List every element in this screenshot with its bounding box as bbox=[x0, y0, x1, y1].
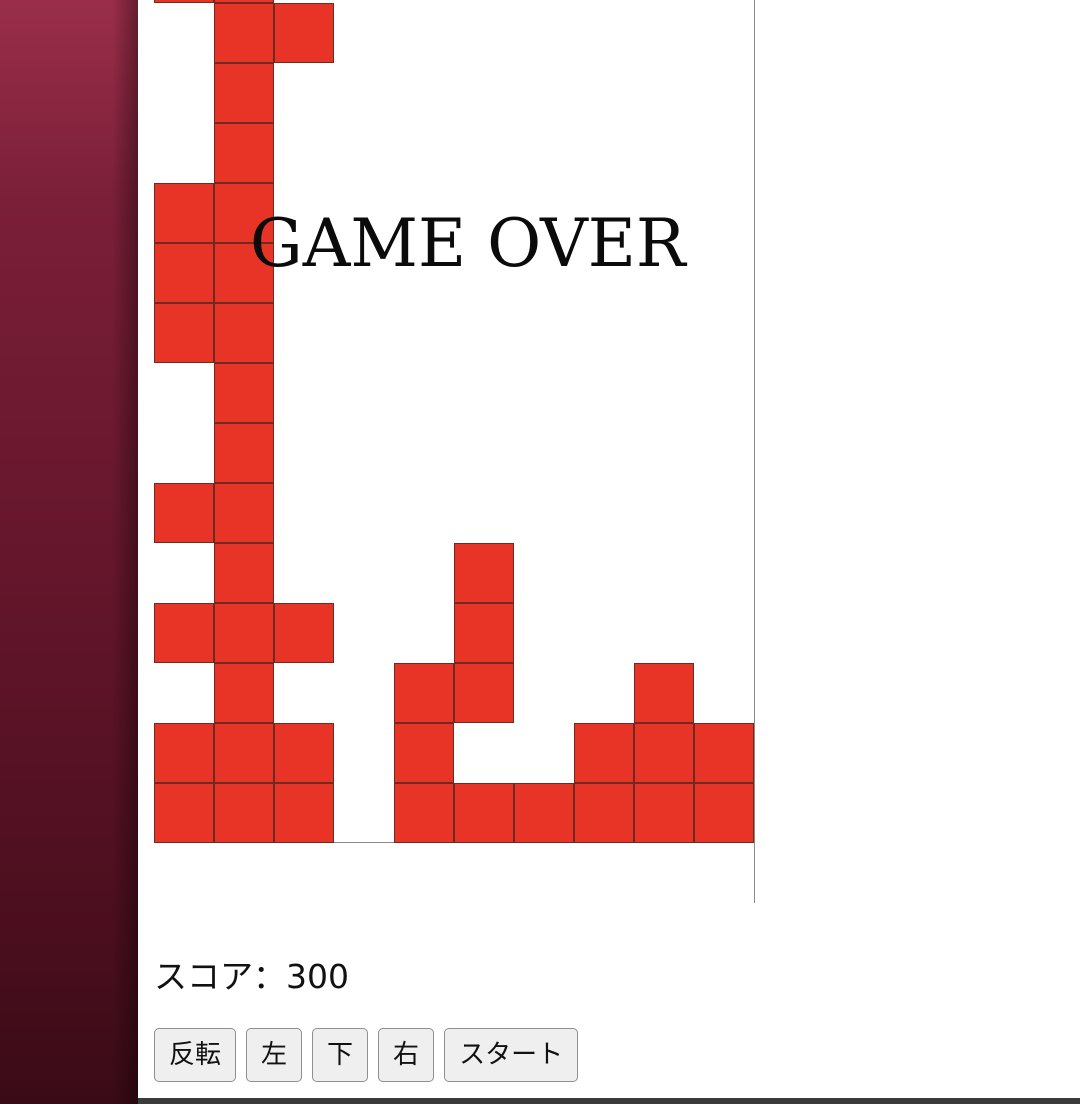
block-cell bbox=[214, 663, 274, 723]
block-cell bbox=[214, 543, 274, 603]
block-cell bbox=[154, 303, 214, 363]
block-cell bbox=[214, 303, 274, 363]
block-cell bbox=[274, 603, 334, 663]
block-cell bbox=[274, 723, 334, 783]
block-cell bbox=[214, 63, 274, 123]
game-over-text: GAME OVER bbox=[250, 205, 686, 282]
block-cell bbox=[154, 603, 214, 663]
block-cell bbox=[454, 783, 514, 843]
block-cell bbox=[274, 783, 334, 843]
start-button[interactable]: スタート bbox=[444, 1028, 579, 1082]
score-value: 300 bbox=[286, 957, 349, 996]
block-cell bbox=[154, 243, 214, 303]
right-button[interactable]: 右 bbox=[378, 1028, 435, 1082]
score-display: スコア：300 bbox=[154, 950, 349, 998]
block-cell bbox=[214, 423, 274, 483]
block-cell bbox=[694, 723, 754, 783]
rotate-button[interactable]: 反転 bbox=[154, 1028, 237, 1082]
browser-window: GAME OVER スコア：300 反転 左 下 右 スタート bbox=[138, 0, 1080, 1098]
down-button[interactable]: 下 bbox=[312, 1028, 369, 1082]
block-cell bbox=[634, 723, 694, 783]
block-cell bbox=[454, 543, 514, 603]
desktop-background bbox=[0, 0, 138, 1104]
control-buttons: 反転 左 下 右 スタート bbox=[154, 1028, 579, 1082]
score-label: スコア： bbox=[154, 957, 286, 996]
block-cell bbox=[214, 3, 274, 63]
block-cell bbox=[214, 603, 274, 663]
block-cell bbox=[454, 603, 514, 663]
block-cell bbox=[514, 783, 574, 843]
empty-well bbox=[334, 842, 394, 843]
block-cell bbox=[154, 783, 214, 843]
block-cell bbox=[214, 783, 274, 843]
block-cell bbox=[394, 783, 454, 843]
block-cell bbox=[154, 0, 214, 3]
window-bottom-edge bbox=[138, 1098, 1080, 1104]
block-cell bbox=[634, 783, 694, 843]
block-cell bbox=[574, 783, 634, 843]
block-cell bbox=[214, 123, 274, 183]
block-cell bbox=[214, 363, 274, 423]
block-cell bbox=[274, 3, 334, 63]
block-cell bbox=[214, 483, 274, 543]
block-cell bbox=[454, 663, 514, 723]
game-board: GAME OVER bbox=[154, 0, 755, 903]
left-button[interactable]: 左 bbox=[246, 1028, 303, 1082]
block-cell bbox=[394, 723, 454, 783]
block-cell bbox=[214, 723, 274, 783]
block-cell bbox=[154, 723, 214, 783]
block-cell bbox=[694, 783, 754, 843]
block-cell bbox=[394, 663, 454, 723]
block-cell bbox=[574, 723, 634, 783]
block-cell bbox=[154, 183, 214, 243]
block-cell bbox=[634, 663, 694, 723]
block-cell bbox=[154, 483, 214, 543]
